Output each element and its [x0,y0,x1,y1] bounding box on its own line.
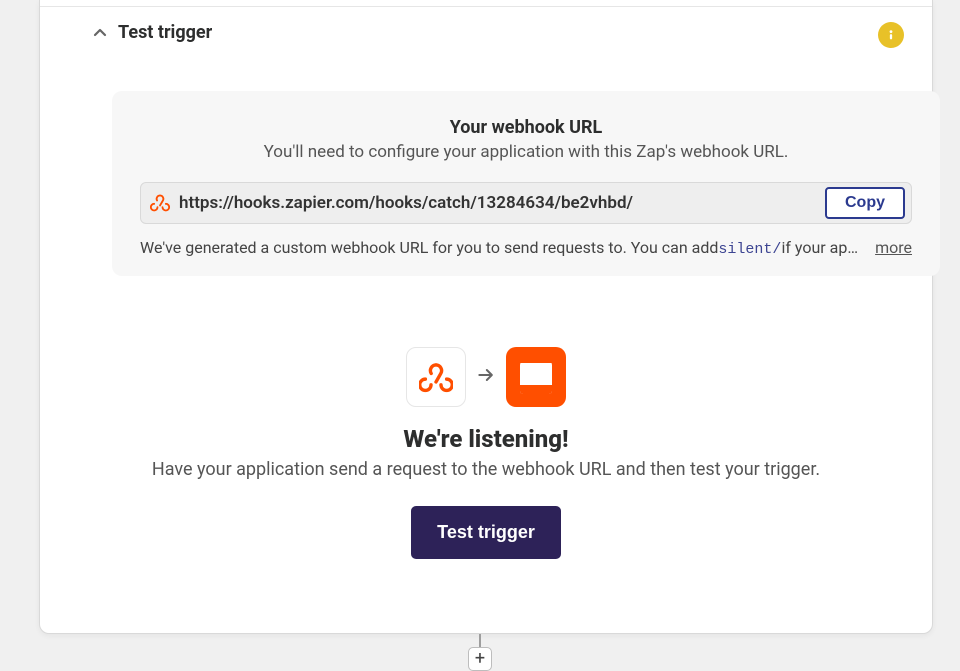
webhook-app-tile [406,347,466,407]
section-title: Test trigger [118,22,212,43]
webhook-desc-post: if your application prefers no response … [781,238,865,257]
webhook-url-row: https://hooks.zapier.com/hooks/catch/132… [140,182,912,224]
webhook-desc-code: silent/ [718,241,781,258]
webhook-subtitle: You'll need to configure your applicatio… [140,142,912,162]
listening-title: We're listening! [40,425,932,453]
webhook-icon [141,183,179,223]
plus-icon: + [475,650,485,668]
webhook-title: Your webhook URL [140,117,912,138]
test-trigger-button[interactable]: Test trigger [411,506,561,559]
webhook-url-value[interactable]: https://hooks.zapier.com/hooks/catch/132… [179,183,825,223]
destination-app-tile [506,347,566,407]
webhook-desc-pre: We've generated a custom webhook URL for… [140,238,718,257]
section-header[interactable]: Test trigger [92,22,212,43]
divider [40,6,932,7]
webhook-description: We've generated a custom webhook URL for… [140,238,912,258]
listening-section: We're listening! Have your application s… [40,347,932,559]
chevron-up-icon [92,25,108,41]
destination-app-icon [520,360,552,394]
arrow-right-icon [476,365,496,389]
copy-button[interactable]: Copy [825,187,905,219]
add-step-button[interactable]: + [468,647,492,671]
more-link[interactable]: more [875,238,912,257]
webhook-url-card: Your webhook URL You'll need to configur… [112,91,940,276]
trigger-test-panel: Test trigger Your webhook URL You'll nee… [39,0,933,634]
flow-icons [406,347,566,407]
listening-subtitle: Have your application send a request to … [40,459,932,480]
status-warning-badge [878,22,904,48]
